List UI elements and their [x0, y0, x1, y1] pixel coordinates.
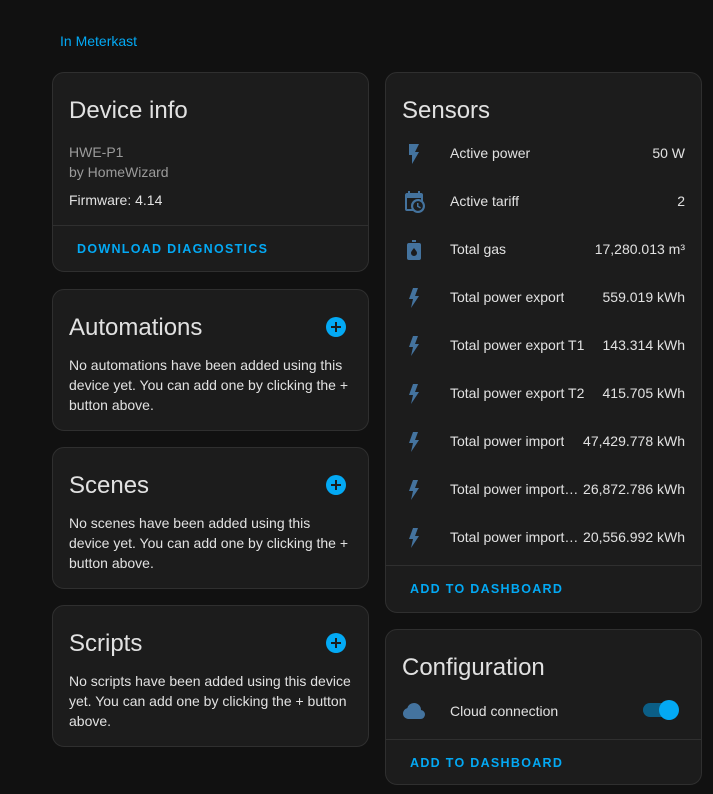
sensor-name: Active power — [450, 145, 531, 161]
card-divider — [53, 225, 368, 226]
scenes-title: Scenes — [69, 472, 150, 499]
breadcrumb-area-link[interactable]: In Meterkast — [60, 33, 137, 49]
sensor-row-total-power-import-t1[interactable]: Total power import… 26,872.786 kWh — [386, 466, 701, 514]
configuration-title: Configuration — [402, 654, 545, 681]
automations-empty-text: No automations have been added using thi… — [69, 357, 349, 413]
device-info-card: Device info HWE-P1 by HomeWizard Firmwar… — [52, 72, 369, 272]
automations-title: Automations — [69, 314, 203, 341]
sensor-row-total-power-export-t1[interactable]: Total power export T1 143.314 kWh — [386, 322, 701, 370]
gas-meter-icon — [402, 238, 426, 262]
sensor-value: 26,872.786 kWh — [583, 481, 685, 497]
sensor-row-total-power-import-t2[interactable]: Total power import… 20,556.992 kWh — [386, 514, 701, 562]
flash-icon — [402, 382, 426, 406]
flash-icon — [402, 286, 426, 310]
add-script-button[interactable] — [326, 633, 346, 653]
scripts-card: Scripts No scripts have been added using… — [52, 605, 369, 747]
scenes-empty-text: No scenes have been added using this dev… — [69, 515, 349, 571]
sensor-name: Total gas — [450, 241, 507, 257]
sensor-row-active-tariff[interactable]: Active tariff 2 — [386, 178, 701, 226]
sensor-name: Total power export T2 — [450, 385, 585, 401]
sensor-row-active-power[interactable]: Active power 50 W — [386, 130, 701, 178]
download-diagnostics-button[interactable]: DOWNLOAD DIAGNOSTICS — [77, 242, 268, 256]
cloud-connection-toggle[interactable] — [643, 698, 679, 722]
sensor-value: 17,280.013 m³ — [594, 241, 685, 257]
sensor-value: 143.314 kWh — [602, 337, 686, 353]
config-row-cloud-connection[interactable]: Cloud connection — [386, 687, 701, 735]
sensor-row-total-power-export[interactable]: Total power export 559.019 kWh — [386, 274, 701, 322]
flash-icon — [402, 478, 426, 502]
sensor-name: Total power import… — [450, 529, 579, 545]
sensor-value: 415.705 kWh — [602, 385, 686, 401]
configuration-add-to-dashboard-button[interactable]: ADD TO DASHBOARD — [410, 756, 563, 770]
flash-icon — [402, 430, 426, 454]
sensor-value: 20,556.992 kWh — [583, 529, 685, 545]
sensor-value: 2 — [677, 193, 685, 209]
sensor-row-total-power-export-t2[interactable]: Total power export T2 415.705 kWh — [386, 370, 701, 418]
card-divider — [386, 565, 701, 566]
sensor-row-total-power-import[interactable]: Total power import 47,429.778 kWh — [386, 418, 701, 466]
add-scene-button[interactable] — [326, 475, 346, 495]
flash-icon — [402, 334, 426, 358]
scripts-title: Scripts — [69, 630, 143, 657]
device-model: HWE-P1 — [69, 144, 124, 160]
sensors-title: Sensors — [402, 97, 491, 124]
add-automation-button[interactable] — [326, 317, 346, 337]
cloud-icon — [402, 699, 426, 723]
scripts-empty-text: No scripts have been added using this de… — [69, 673, 351, 729]
sensor-value: 47,429.778 kWh — [583, 433, 685, 449]
configuration-card: Configuration Cloud connection ADD TO DA… — [385, 629, 702, 785]
sensor-name: Total power export T1 — [450, 337, 585, 353]
sensor-row-total-gas[interactable]: Total gas 17,280.013 m³ — [386, 226, 701, 274]
device-manufacturer: by HomeWizard — [69, 164, 169, 180]
flash-icon — [402, 526, 426, 550]
sensors-card: Sensors Active power 50 W Active tariff … — [385, 72, 702, 613]
automations-card: Automations No automations have been add… — [52, 289, 369, 431]
sensor-name: Total power import — [450, 433, 565, 449]
calendar-clock-icon — [402, 190, 426, 214]
scenes-card: Scenes No scenes have been added using t… — [52, 447, 369, 589]
config-name: Cloud connection — [450, 703, 559, 719]
device-firmware: Firmware: 4.14 — [69, 192, 163, 208]
sensor-value: 559.019 kWh — [602, 289, 686, 305]
toggle-thumb — [659, 700, 679, 720]
sensor-name: Active tariff — [450, 193, 519, 209]
sensor-name: Total power export — [450, 289, 565, 305]
device-info-title: Device info — [69, 97, 188, 124]
sensor-name: Total power import… — [450, 481, 579, 497]
flash-icon — [402, 142, 426, 166]
card-divider — [386, 739, 701, 740]
sensor-value: 50 W — [652, 145, 685, 161]
sensors-add-to-dashboard-button[interactable]: ADD TO DASHBOARD — [410, 582, 563, 596]
